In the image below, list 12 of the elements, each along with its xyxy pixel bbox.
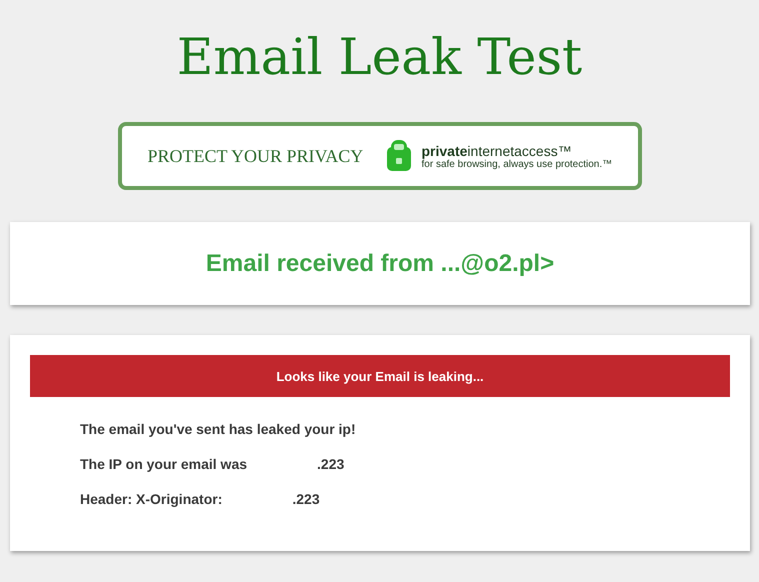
page-title: Email Leak Test — [176, 27, 582, 88]
leak-message: The email you've sent has leaked your ip! — [80, 421, 356, 437]
detail-value: .223 — [317, 456, 344, 472]
detail-label: The IP on your email was — [80, 456, 248, 472]
leak-alert-banner: Looks like your Email is leaking... — [30, 355, 730, 397]
ad-banner[interactable]: PROTECT YOUR PRIVACY privateinternetaccess™ for safe browsing, always use protection.™ — [118, 122, 642, 190]
detail-label: Header: X-Originator: — [80, 491, 222, 507]
detail-value: .223 — [292, 491, 320, 507]
ad-slogan: PROTECT YOUR PRIVACY — [148, 146, 364, 166]
brand-name: privateinternetaccess™ — [422, 142, 573, 158]
received-message: Email received from ...@o2.pl> — [204, 249, 556, 279]
brand-tagline: for safe browsing, always use protection.™ — [422, 158, 612, 170]
